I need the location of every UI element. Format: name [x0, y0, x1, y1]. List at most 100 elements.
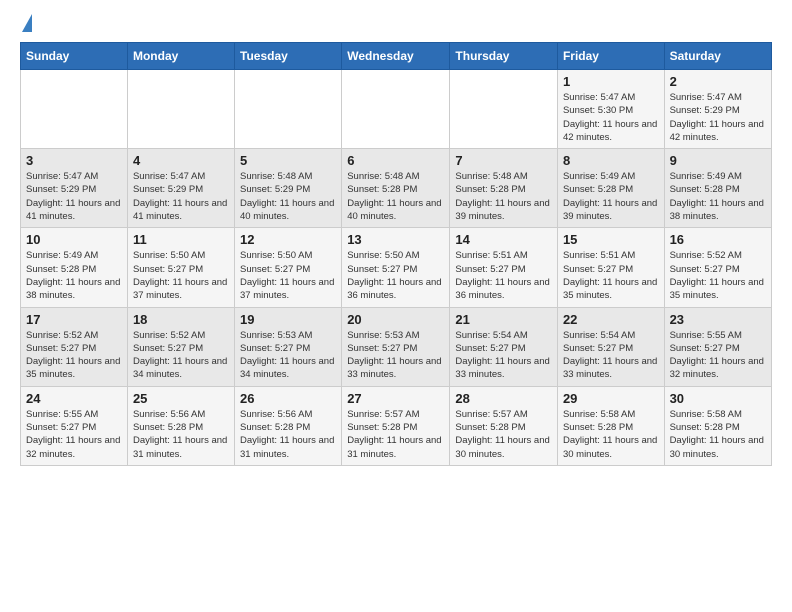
- calendar-week-row: 1 Sunrise: 5:47 AM Sunset: 5:30 PM Daylig…: [21, 70, 772, 149]
- calendar-cell: 3Sunrise: 5:47 AM Sunset: 5:29 PM Daylig…: [21, 149, 128, 228]
- cell-day-number: 13: [347, 232, 444, 247]
- cell-info: Sunrise: 5:50 AM Sunset: 5:27 PM Dayligh…: [240, 249, 336, 302]
- calendar-cell: [21, 70, 128, 149]
- cell-info: Sunrise: 5:58 AM Sunset: 5:28 PM Dayligh…: [670, 408, 766, 461]
- calendar-week-row: 10 Sunrise: 5:49 AM Sunset: 5:28 PM Dayli…: [21, 228, 772, 307]
- cell-day-number: 27: [347, 391, 444, 406]
- cell-info: Sunrise: 5:49 AM Sunset: 5:28 PM Dayligh…: [26, 249, 122, 302]
- calendar-cell: 11 Sunrise: 5:50 AM Sunset: 5:27 PM Dayli…: [127, 228, 234, 307]
- calendar-header-row: SundayMondayTuesdayWednesdayThursdayFrid…: [21, 43, 772, 70]
- cell-day-number: 10: [26, 232, 122, 247]
- calendar-cell: 23 Sunrise: 5:55 AM Sunset: 5:27 PM Dayli…: [664, 307, 771, 386]
- calendar-cell: 28 Sunrise: 5:57 AM Sunset: 5:28 PM Dayli…: [450, 386, 558, 465]
- cell-info: Sunrise: 5:54 AM Sunset: 5:27 PM Dayligh…: [563, 329, 659, 382]
- calendar-cell: 14 Sunrise: 5:51 AM Sunset: 5:27 PM Dayli…: [450, 228, 558, 307]
- calendar: SundayMondayTuesdayWednesdayThursdayFrid…: [20, 42, 772, 466]
- cell-day-number: 25: [133, 391, 229, 406]
- calendar-cell: 13 Sunrise: 5:50 AM Sunset: 5:27 PM Dayli…: [342, 228, 450, 307]
- cell-day-number: 7: [455, 153, 552, 168]
- calendar-cell: 15 Sunrise: 5:51 AM Sunset: 5:27 PM Dayli…: [557, 228, 664, 307]
- cell-info: Sunrise: 5:50 AM Sunset: 5:27 PM Dayligh…: [347, 249, 444, 302]
- calendar-cell: 9Sunrise: 5:49 AM Sunset: 5:28 PM Daylig…: [664, 149, 771, 228]
- calendar-cell: 19 Sunrise: 5:53 AM Sunset: 5:27 PM Dayli…: [235, 307, 342, 386]
- cell-day-number: 22: [563, 312, 659, 327]
- calendar-cell: 4 Sunrise: 5:47 AM Sunset: 5:29 PM Daylig…: [127, 149, 234, 228]
- weekday-header: Friday: [557, 43, 664, 70]
- logo: [20, 16, 32, 32]
- cell-info: Sunrise: 5:48 AM Sunset: 5:28 PM Dayligh…: [455, 170, 552, 223]
- cell-day-number: 12: [240, 232, 336, 247]
- calendar-cell: [342, 70, 450, 149]
- weekday-header: Thursday: [450, 43, 558, 70]
- cell-day-number: 5: [240, 153, 336, 168]
- cell-info: Sunrise: 5:51 AM Sunset: 5:27 PM Dayligh…: [563, 249, 659, 302]
- calendar-cell: 12 Sunrise: 5:50 AM Sunset: 5:27 PM Dayli…: [235, 228, 342, 307]
- cell-info: Sunrise: 5:48 AM Sunset: 5:29 PM Dayligh…: [240, 170, 336, 223]
- cell-info: Sunrise: 5:55 AM Sunset: 5:27 PM Dayligh…: [26, 408, 122, 461]
- cell-day-number: 4: [133, 153, 229, 168]
- calendar-cell: [127, 70, 234, 149]
- cell-day-number: 19: [240, 312, 336, 327]
- cell-info: Sunrise: 5:57 AM Sunset: 5:28 PM Dayligh…: [455, 408, 552, 461]
- calendar-cell: 22 Sunrise: 5:54 AM Sunset: 5:27 PM Dayli…: [557, 307, 664, 386]
- cell-day-number: 1: [563, 74, 659, 89]
- weekday-header: Wednesday: [342, 43, 450, 70]
- cell-info: Sunrise: 5:47 AM Sunset: 5:29 PM Dayligh…: [670, 91, 766, 144]
- calendar-cell: 2 Sunrise: 5:47 AM Sunset: 5:29 PM Daylig…: [664, 70, 771, 149]
- weekday-header: Monday: [127, 43, 234, 70]
- calendar-cell: 5 Sunrise: 5:48 AM Sunset: 5:29 PM Daylig…: [235, 149, 342, 228]
- cell-day-number: 24: [26, 391, 122, 406]
- weekday-header: Tuesday: [235, 43, 342, 70]
- cell-info: Sunrise: 5:52 AM Sunset: 5:27 PM Dayligh…: [133, 329, 229, 382]
- cell-info: Sunrise: 5:55 AM Sunset: 5:27 PM Dayligh…: [670, 329, 766, 382]
- cell-day-number: 11: [133, 232, 229, 247]
- calendar-cell: 6 Sunrise: 5:48 AM Sunset: 5:28 PM Daylig…: [342, 149, 450, 228]
- calendar-cell: 20Sunrise: 5:53 AM Sunset: 5:27 PM Dayli…: [342, 307, 450, 386]
- calendar-week-row: 24 Sunrise: 5:55 AM Sunset: 5:27 PM Dayli…: [21, 386, 772, 465]
- calendar-cell: 29Sunrise: 5:58 AM Sunset: 5:28 PM Dayli…: [557, 386, 664, 465]
- cell-day-number: 14: [455, 232, 552, 247]
- cell-info: Sunrise: 5:49 AM Sunset: 5:28 PM Dayligh…: [563, 170, 659, 223]
- cell-day-number: 30: [670, 391, 766, 406]
- cell-day-number: 15: [563, 232, 659, 247]
- calendar-cell: 16Sunrise: 5:52 AM Sunset: 5:27 PM Dayli…: [664, 228, 771, 307]
- cell-info: Sunrise: 5:47 AM Sunset: 5:29 PM Dayligh…: [133, 170, 229, 223]
- calendar-week-row: 3 Sunrise: 5:47 AM Sunset: 5:29 PM Daylig…: [21, 149, 772, 228]
- calendar-cell: 8 Sunrise: 5:49 AM Sunset: 5:28 PM Daylig…: [557, 149, 664, 228]
- cell-day-number: 23: [670, 312, 766, 327]
- calendar-cell: 18Sunrise: 5:52 AM Sunset: 5:27 PM Dayli…: [127, 307, 234, 386]
- cell-day-number: 29: [563, 391, 659, 406]
- header: [20, 16, 772, 32]
- calendar-cell: 25 Sunrise: 5:56 AM Sunset: 5:28 PM Dayli…: [127, 386, 234, 465]
- calendar-cell: [235, 70, 342, 149]
- cell-info: Sunrise: 5:51 AM Sunset: 5:27 PM Dayligh…: [455, 249, 552, 302]
- cell-info: Sunrise: 5:54 AM Sunset: 5:27 PM Dayligh…: [455, 329, 552, 382]
- cell-day-number: 17: [26, 312, 122, 327]
- calendar-cell: 27 Sunrise: 5:57 AM Sunset: 5:28 PM Dayli…: [342, 386, 450, 465]
- calendar-cell: 10 Sunrise: 5:49 AM Sunset: 5:28 PM Dayli…: [21, 228, 128, 307]
- cell-info: Sunrise: 5:53 AM Sunset: 5:27 PM Dayligh…: [240, 329, 336, 382]
- calendar-cell: 7 Sunrise: 5:48 AM Sunset: 5:28 PM Daylig…: [450, 149, 558, 228]
- cell-info: Sunrise: 5:50 AM Sunset: 5:27 PM Dayligh…: [133, 249, 229, 302]
- logo-triangle-icon: [22, 14, 32, 32]
- calendar-cell: [450, 70, 558, 149]
- cell-info: Sunrise: 5:56 AM Sunset: 5:28 PM Dayligh…: [240, 408, 336, 461]
- cell-info: Sunrise: 5:56 AM Sunset: 5:28 PM Dayligh…: [133, 408, 229, 461]
- page: SundayMondayTuesdayWednesdayThursdayFrid…: [0, 0, 792, 482]
- logo-text: [20, 16, 32, 32]
- cell-info: Sunrise: 5:48 AM Sunset: 5:28 PM Dayligh…: [347, 170, 444, 223]
- calendar-cell: 1 Sunrise: 5:47 AM Sunset: 5:30 PM Daylig…: [557, 70, 664, 149]
- cell-day-number: 21: [455, 312, 552, 327]
- cell-day-number: 6: [347, 153, 444, 168]
- calendar-cell: 17 Sunrise: 5:52 AM Sunset: 5:27 PM Dayli…: [21, 307, 128, 386]
- cell-info: Sunrise: 5:47 AM Sunset: 5:30 PM Dayligh…: [563, 91, 659, 144]
- weekday-header: Saturday: [664, 43, 771, 70]
- cell-info: Sunrise: 5:52 AM Sunset: 5:27 PM Dayligh…: [26, 329, 122, 382]
- cell-day-number: 28: [455, 391, 552, 406]
- cell-day-number: 3: [26, 153, 122, 168]
- calendar-cell: 30 Sunrise: 5:58 AM Sunset: 5:28 PM Dayli…: [664, 386, 771, 465]
- cell-info: Sunrise: 5:57 AM Sunset: 5:28 PM Dayligh…: [347, 408, 444, 461]
- cell-day-number: 2: [670, 74, 766, 89]
- cell-day-number: 9: [670, 153, 766, 168]
- cell-day-number: 8: [563, 153, 659, 168]
